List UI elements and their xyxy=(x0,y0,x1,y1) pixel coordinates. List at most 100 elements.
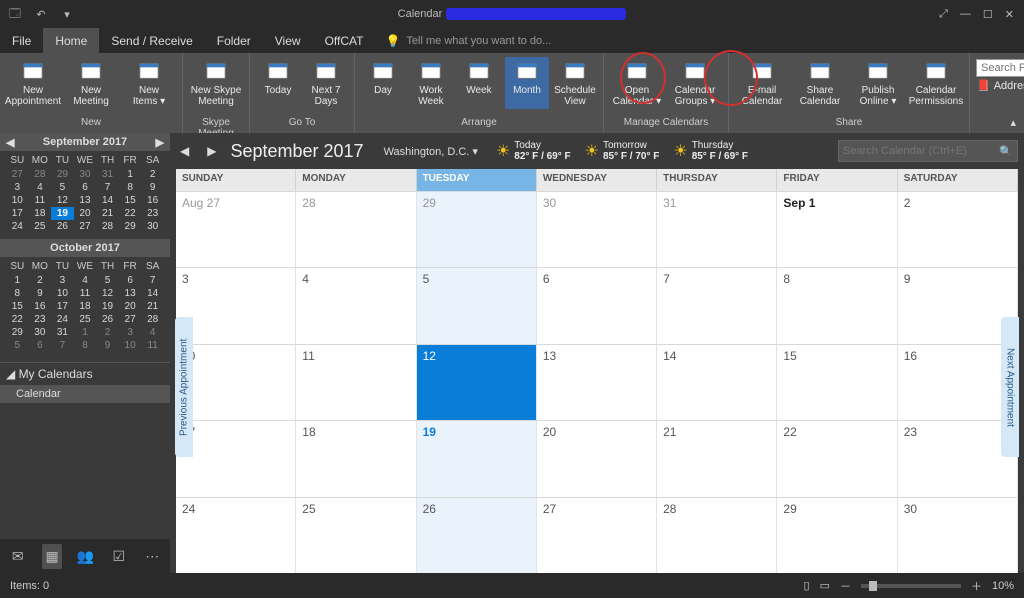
workweek-button[interactable]: Work Week xyxy=(409,57,453,109)
calendar-cell[interactable]: 16 xyxy=(898,345,1018,420)
mini-day[interactable]: 3 xyxy=(6,181,29,194)
mini-day[interactable]: 25 xyxy=(29,220,52,233)
nav-more-icon[interactable]: ⋯ xyxy=(143,548,163,565)
view-normal-icon[interactable]: ▯ xyxy=(804,579,810,592)
mini-day[interactable]: 28 xyxy=(96,220,119,233)
mini-day[interactable]: 24 xyxy=(6,220,29,233)
calendar-cell[interactable]: 28 xyxy=(296,192,416,267)
mini-day[interactable]: 27 xyxy=(6,168,29,181)
calendar-cell[interactable]: 2 xyxy=(898,192,1018,267)
calendar-cell[interactable]: 6 xyxy=(537,268,657,343)
tab-folder[interactable]: Folder xyxy=(205,28,263,53)
calendar-cell[interactable]: 8 xyxy=(777,268,897,343)
mini-day[interactable]: 10 xyxy=(119,339,142,352)
calendar-cell[interactable]: 25 xyxy=(296,498,416,573)
mini-day[interactable]: 22 xyxy=(6,313,29,326)
mini-day[interactable]: 18 xyxy=(29,207,52,220)
today-button[interactable]: Today xyxy=(256,57,300,109)
window-minimize-icon[interactable]: — xyxy=(960,8,971,21)
mini-day[interactable]: 9 xyxy=(141,181,164,194)
mini-day[interactable]: 23 xyxy=(141,207,164,220)
mini-day[interactable]: 21 xyxy=(96,207,119,220)
mini-day[interactable]: 19 xyxy=(51,207,74,220)
mini-day[interactable]: 19 xyxy=(96,300,119,313)
new-appointment-button[interactable]: New Appointment xyxy=(6,57,60,109)
zoom-slider[interactable] xyxy=(861,584,961,588)
month-button[interactable]: Month xyxy=(505,57,549,109)
mini-day[interactable]: 5 xyxy=(96,274,119,287)
calendar-cell[interactable]: 29 xyxy=(777,498,897,573)
new-skype-button[interactable]: New Skype Meeting xyxy=(189,57,243,109)
mini-day[interactable]: 6 xyxy=(29,339,52,352)
calendar-cell[interactable]: 21 xyxy=(657,421,777,496)
calendar-cell[interactable]: 19 xyxy=(417,421,537,496)
mini-day[interactable]: 1 xyxy=(74,326,97,339)
calendar-cell[interactable]: 30 xyxy=(898,498,1018,573)
mini-day[interactable]: 23 xyxy=(29,313,52,326)
mini-day[interactable]: 25 xyxy=(74,313,97,326)
mini-day[interactable]: 20 xyxy=(74,207,97,220)
mini-day[interactable]: 4 xyxy=(74,274,97,287)
calendar-cell[interactable]: 14 xyxy=(657,345,777,420)
mini-day[interactable]: 30 xyxy=(74,168,97,181)
mini-day[interactable]: 12 xyxy=(96,287,119,300)
mini-day[interactable]: 3 xyxy=(119,326,142,339)
mini-day[interactable]: 29 xyxy=(6,326,29,339)
calendar-cell[interactable]: 13 xyxy=(537,345,657,420)
mini-day[interactable]: 26 xyxy=(96,313,119,326)
calendar-cell[interactable]: 11 xyxy=(296,345,416,420)
calendar-list-item[interactable]: Calendar xyxy=(0,385,170,403)
my-calendars-header[interactable]: ◢ My Calendars xyxy=(0,362,170,385)
mini-day[interactable]: 15 xyxy=(6,300,29,313)
calendar-cell[interactable]: 18 xyxy=(296,421,416,496)
week-button[interactable]: Week xyxy=(457,57,501,109)
schedule-button[interactable]: Schedule View xyxy=(553,57,597,109)
view-reading-icon[interactable]: ▭ xyxy=(820,579,830,592)
address-book-button[interactable]: 📕Address Book xyxy=(976,79,1024,92)
mini-day[interactable]: 8 xyxy=(119,181,142,194)
search-calendar[interactable]: 🔍 xyxy=(838,140,1018,162)
next-appointment-tab[interactable]: Next Appointment xyxy=(1001,317,1019,457)
nav-mail-icon[interactable]: ✉ xyxy=(8,548,28,565)
mini-day[interactable]: 20 xyxy=(119,300,142,313)
window-restore-icon[interactable]: ⤢ xyxy=(939,8,948,21)
mini-day[interactable]: 14 xyxy=(96,194,119,207)
weather-day[interactable]: ☀Thursday85° F / 69° F xyxy=(673,140,748,162)
mini-day[interactable]: 16 xyxy=(141,194,164,207)
tab-file[interactable]: File xyxy=(0,28,43,53)
calendar-cell[interactable]: 17 xyxy=(176,421,296,496)
calendar-cell[interactable]: 3 xyxy=(176,268,296,343)
day-button[interactable]: Day xyxy=(361,57,405,109)
calendar-cell[interactable]: 20 xyxy=(537,421,657,496)
mini-day[interactable]: 11 xyxy=(141,339,164,352)
qat-customize-icon[interactable]: ▾ xyxy=(58,8,76,21)
mini-day[interactable]: 9 xyxy=(96,339,119,352)
mini-day[interactable]: 27 xyxy=(119,313,142,326)
calendar-cell[interactable]: 15 xyxy=(777,345,897,420)
calendar-cell[interactable]: 29 xyxy=(417,192,537,267)
calendar-cell[interactable]: 27 xyxy=(537,498,657,573)
calendar-cell[interactable]: 22 xyxy=(777,421,897,496)
mini-day[interactable]: 5 xyxy=(51,181,74,194)
email-cal-button[interactable]: E-mail Calendar xyxy=(735,57,789,109)
cal-next-icon[interactable]: ▶ xyxy=(203,144,220,158)
mini-day[interactable]: 29 xyxy=(119,220,142,233)
tab-home[interactable]: Home xyxy=(43,28,99,53)
mini-next-month-icon[interactable]: ▶ xyxy=(156,136,164,149)
mini-day[interactable]: 6 xyxy=(119,274,142,287)
mini-day[interactable]: 13 xyxy=(74,194,97,207)
mini-day[interactable]: 21 xyxy=(141,300,164,313)
search-calendar-input[interactable] xyxy=(843,145,995,157)
mini-day[interactable]: 1 xyxy=(119,168,142,181)
mini-day[interactable]: 12 xyxy=(51,194,74,207)
mini-day[interactable]: 9 xyxy=(29,287,52,300)
ribbon-collapse-icon[interactable]: ▴ xyxy=(1010,116,1016,129)
mini-day[interactable]: 28 xyxy=(141,313,164,326)
mini-day[interactable]: 16 xyxy=(29,300,52,313)
mini-day[interactable]: 26 xyxy=(51,220,74,233)
weather-location[interactable]: Washington, D.C. ▾ xyxy=(384,145,478,158)
mini-day[interactable]: 7 xyxy=(141,274,164,287)
nav-tasks-icon[interactable]: ☑ xyxy=(109,548,129,565)
calendar-cell[interactable]: 30 xyxy=(537,192,657,267)
zoom-out-icon[interactable]: － xyxy=(840,578,851,594)
